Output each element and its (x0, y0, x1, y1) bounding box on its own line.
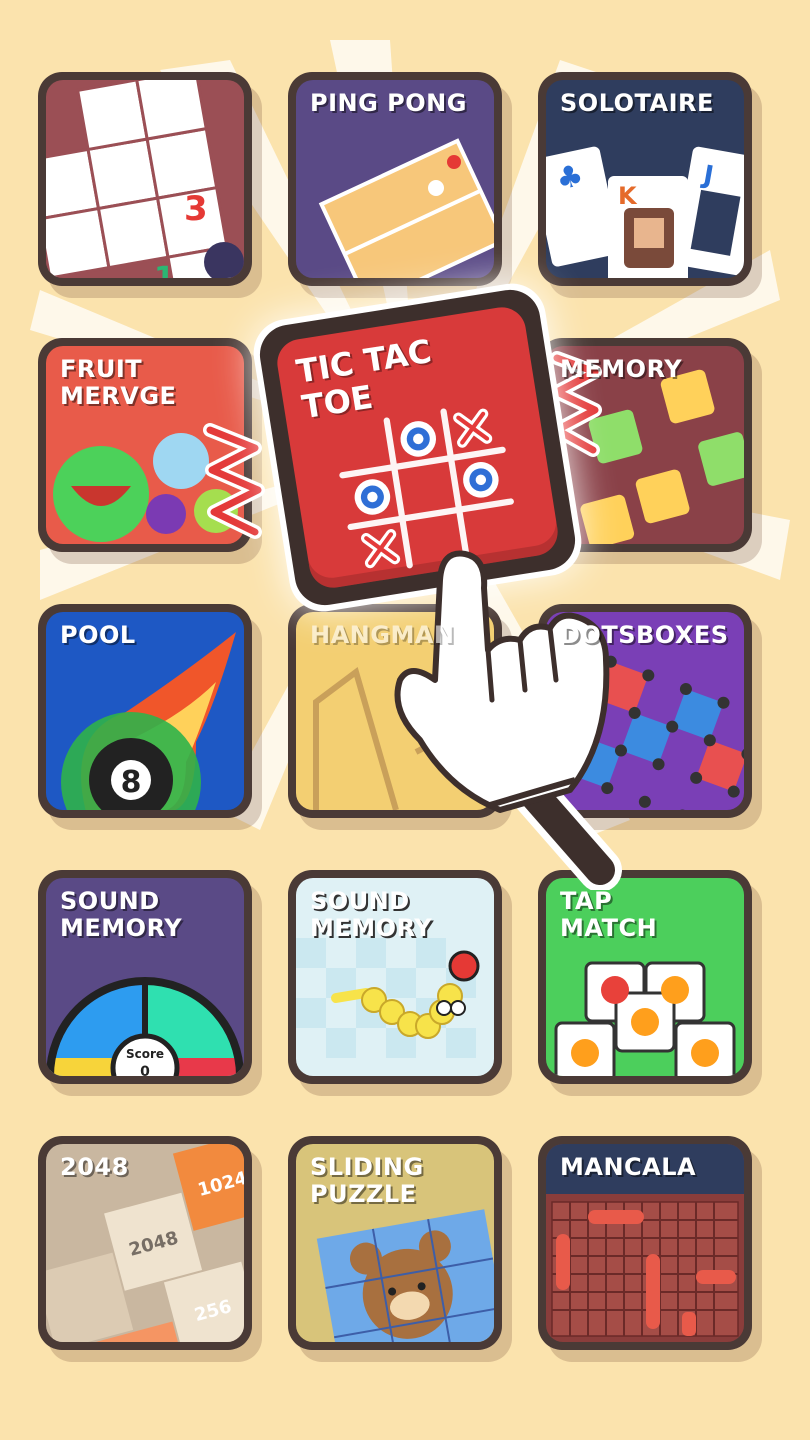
tile-label: SOLOTAIRE (560, 89, 714, 117)
tile-label: PING PONG (310, 89, 467, 117)
tile-sliding-puzzle[interactable]: SLIDING PUZZLE (288, 1136, 502, 1350)
squiggle-decoration-left (203, 423, 265, 539)
tile-tap-match[interactable]: TAP MATCH (538, 870, 752, 1084)
score-value: 0 (140, 1064, 150, 1076)
puzzle-number-3: 3 (184, 189, 208, 229)
tile-label: SLIDING PUZZLE (310, 1153, 424, 1208)
tile-sound-memory[interactable]: Score 0 SOUND MEMORY (38, 870, 252, 1084)
tile-snake[interactable]: SOUND MEMORY (288, 870, 502, 1084)
tile-label: POOL (60, 621, 136, 649)
tile-label: MEMORY (560, 355, 683, 383)
score-label: Score (126, 1047, 164, 1061)
tile-label: SOUND MEMORY (60, 887, 183, 942)
tile-label: SOUND MEMORY (310, 887, 433, 942)
tile-solitaire[interactable]: ♣ J K SOLOTAIRE (538, 72, 752, 286)
pool-ball-number: 8 (121, 765, 142, 800)
tile-number-puzzle[interactable]: 3 1 (38, 72, 252, 286)
number-grid-puzzle-icon: 3 1 (46, 80, 244, 278)
tile-label: 2048 (60, 1153, 129, 1181)
tile-label: HANGMAN (310, 621, 455, 649)
tile-label: FRUIT MERVGE (60, 355, 177, 410)
tile-2048[interactable]: 2048 1024 256 24 2048 (38, 1136, 252, 1350)
tile-mancala[interactable]: MANCALA (538, 1136, 752, 1350)
pointing-hand-icon (394, 550, 622, 890)
svg-text:K: K (618, 182, 638, 210)
tile-label: MANCALA (560, 1153, 697, 1181)
tile-label: DOTSBOXES (560, 621, 729, 649)
tile-label: TAP MATCH (560, 887, 658, 942)
puzzle-number-1: 1 (154, 261, 175, 278)
tile-ping-pong[interactable]: PING PONG (288, 72, 502, 286)
tile-pool[interactable]: 8 POOL (38, 604, 252, 818)
